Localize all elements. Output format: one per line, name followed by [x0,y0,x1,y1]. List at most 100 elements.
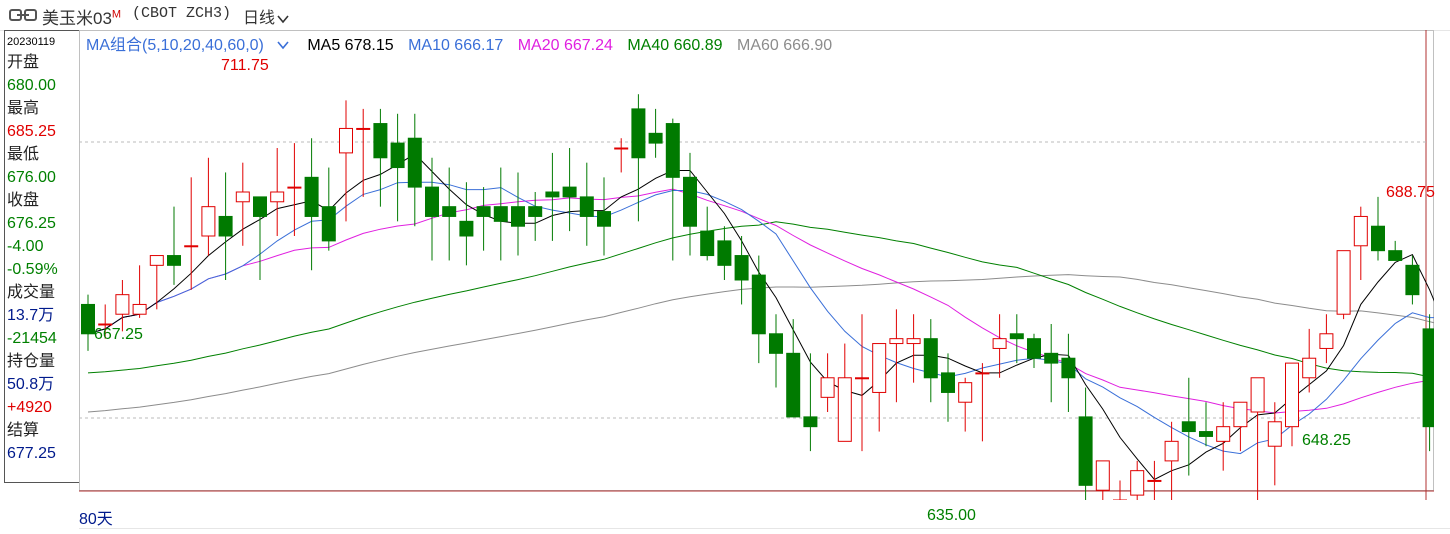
candle-body [149,255,164,266]
right-low-annotation: 648.25 [1302,432,1351,449]
change-percent: -0.59% [7,261,58,278]
range-days: 80天 [79,511,113,528]
candle-body [700,230,715,257]
chart-area[interactable] [79,30,1434,500]
candle-body [511,206,525,227]
candle-body [992,338,1007,349]
quote-info-panel: 20230119 开盘 680.00 最高 685.25 最低 676.00 收… [4,30,80,483]
title-superscript: M [111,8,122,21]
candle-body [1216,426,1231,442]
instrument-code: (CBOT ZCH3) [132,5,232,22]
candle-body [958,382,973,403]
candle-body [287,186,302,189]
settle-value: 677.25 [7,445,56,462]
candle-body [855,377,869,380]
candle-body [1285,362,1299,428]
candle-body [975,372,990,375]
candle-body [321,206,336,242]
right-high-annotation: 688.75 [1386,184,1435,201]
low-annotation: 635.00 [927,507,976,524]
chart-frame [79,30,1434,491]
left-low-annotation: 667.25 [94,326,143,343]
candle-body [786,352,801,418]
candle-body [253,196,267,217]
candle-body [493,206,508,222]
candle-body [648,132,663,144]
candle-body [1233,401,1248,428]
candle-body [1164,440,1179,462]
open-value: 680.00 [7,77,56,94]
candle-body [235,191,250,203]
candle-body [906,338,921,345]
candle-body [201,206,216,237]
candle-body [1353,215,1368,247]
candle-body [218,215,233,237]
period-selector[interactable]: 日线 [243,4,289,28]
candle-body [837,377,852,442]
candle-body [751,274,766,335]
change-value: -4.00 [7,238,44,255]
ma10-value: MA10 666.17 [408,37,504,54]
ma-combo-selector[interactable]: MA组合(5,10,20,40,60,0) [86,37,289,54]
candle-body [1061,357,1076,379]
low-value: 676.00 [7,169,56,186]
candle-body [459,220,474,237]
candle-body [941,372,955,393]
sub-panel-border [79,528,1450,534]
candle-body [356,127,371,130]
candle-body [1250,377,1265,413]
candle-body [889,338,904,345]
candle-body [1130,470,1145,496]
candle-body [1319,333,1334,349]
instrument-title: 美玉米03M [42,8,122,28]
candle-body [1405,264,1420,296]
candle-body [923,338,938,379]
candle-body [339,127,353,154]
candle-body [132,303,147,315]
high-value: 685.25 [7,123,56,140]
open-interest-change: +4920 [7,399,52,416]
open-interest-value: 50.8万 [7,376,55,393]
volume-value: 13.7万 [7,307,55,324]
volume-label: 成交量 [7,284,56,301]
chevron-down-icon [277,15,289,24]
period-label: 日线 [243,10,276,27]
candle-body [98,323,113,326]
candle-body [1336,250,1351,315]
candle-body [579,196,594,217]
candle-body [734,255,749,281]
ma40-value: MA40 660.89 [627,37,723,54]
settle-label: 结算 [7,422,40,439]
candle-body [1371,225,1385,252]
volume-change: -21454 [7,330,57,347]
low-label: 最低 [7,146,40,163]
candle-body [476,206,491,217]
title-bar: 美玉米03M (CBOT ZCH3) 日线 [0,0,1450,31]
candle-body [1027,338,1041,359]
candle-body [545,191,560,198]
candle-body [820,377,835,398]
candle-body [1009,333,1024,340]
candle-body [769,333,783,354]
close-value: 676.25 [7,215,56,232]
link-chain-icon[interactable] [9,8,37,22]
candle-body [81,303,95,335]
candle-body [665,123,680,178]
candle-body [115,294,130,315]
open-label: 开盘 [7,54,40,71]
candle-body [1388,250,1403,261]
candle-body [1044,352,1059,364]
kline-chart[interactable] [79,30,1434,500]
ma60-value: MA60 666.90 [736,37,833,54]
ma20-value: MA20 667.24 [517,37,613,54]
candle-body [1147,479,1162,482]
candle-body [614,147,629,150]
ma5-value: MA5 678.15 [307,37,394,54]
candle-body [1199,431,1213,437]
open-interest-label: 持仓量 [7,353,56,370]
candle-body [683,176,697,227]
candle-body [1095,460,1110,491]
candle-body [717,240,732,266]
candle-body [1422,328,1434,428]
high-annotation: 711.75 [221,57,269,74]
